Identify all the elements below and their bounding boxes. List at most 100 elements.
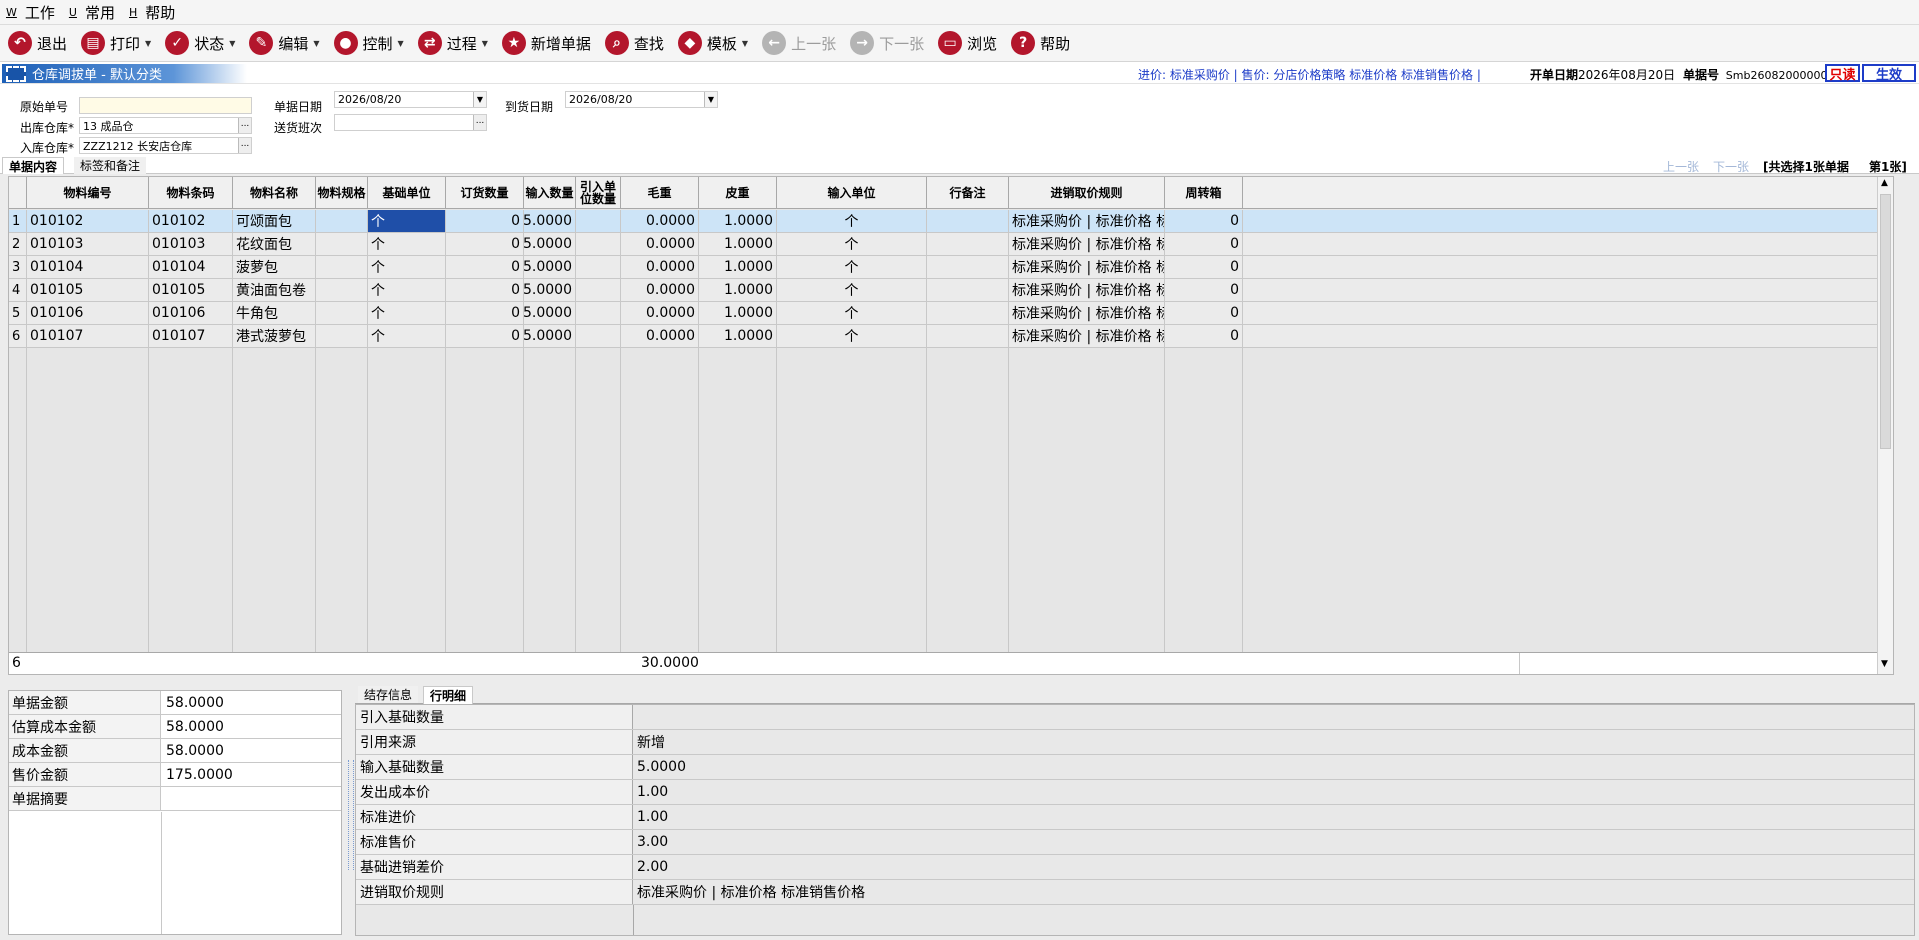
grid-header-col-9[interactable]: 毛重 [621, 177, 699, 209]
toolbar-button-cycle[interactable]: ⇄ 过程 ▼ [417, 28, 488, 58]
table-cell[interactable]: 个 [368, 233, 446, 255]
table-cell[interactable]: 5.0000 [524, 210, 576, 232]
table-cell[interactable] [927, 233, 1009, 255]
table-cell[interactable]: 菠萝包 [233, 256, 316, 278]
tab-doc-content[interactable]: 单据内容 [2, 157, 65, 174]
table-cell[interactable]: 0 [446, 210, 524, 232]
table-cell[interactable]: 010102 [149, 210, 233, 232]
chevron-down-icon[interactable]: ▼ [145, 39, 151, 48]
table-cell[interactable]: 0 [446, 279, 524, 301]
table-cell[interactable]: 0 [446, 302, 524, 324]
table-cell[interactable] [927, 279, 1009, 301]
table-cell[interactable] [316, 233, 368, 255]
table-cell[interactable]: 1.0000 [699, 325, 777, 347]
grid-header-col-10[interactable]: 皮重 [699, 177, 777, 209]
table-cell[interactable]: 0.0000 [621, 233, 699, 255]
table-cell[interactable]: 0.0000 [621, 256, 699, 278]
table-row[interactable]: 4 010105 010105 黄油面包卷个 0 5.0000 0.0000 1.0000 个标… [9, 279, 1893, 302]
table-cell[interactable]: 0 [1165, 256, 1243, 278]
arrive-date-dropdown-icon[interactable]: ▼ [704, 92, 717, 107]
table-cell[interactable]: 个 [368, 256, 446, 278]
in-wh-input[interactable]: ZZZ1212 长安店仓库 ... [79, 137, 252, 154]
chevron-down-icon[interactable]: ▼ [482, 39, 488, 48]
toolbar-button-check[interactable]: ✓ 状态 ▼ [165, 28, 235, 58]
table-cell[interactable]: 个 [368, 325, 446, 347]
grid-header-col-5[interactable]: 基础单位 [368, 177, 446, 209]
table-cell[interactable] [576, 302, 621, 324]
toolbar-button-star[interactable]: ★ 新增单据 [501, 28, 591, 58]
table-cell[interactable]: 1.0000 [699, 210, 777, 232]
table-cell[interactable]: 标准采购价 | 标准价格 标准销售价格 [1009, 279, 1165, 301]
table-cell[interactable]: 0 [1165, 210, 1243, 232]
table-cell[interactable] [316, 302, 368, 324]
grid-header-col-11[interactable]: 输入单位 [777, 177, 927, 209]
table-cell[interactable]: 1.0000 [699, 256, 777, 278]
chevron-down-icon[interactable]: ▼ [229, 39, 235, 48]
grid-header-col-14[interactable]: 周转箱 [1165, 177, 1243, 209]
table-cell[interactable]: 010104 [149, 256, 233, 278]
table-cell[interactable] [927, 210, 1009, 232]
tab-stock-info[interactable]: 结存信息 [358, 686, 419, 703]
table-cell[interactable]: 个 [777, 279, 927, 301]
grid-header-col-1[interactable]: 物料编号 [27, 177, 149, 209]
table-cell[interactable]: 0.0000 [621, 210, 699, 232]
table-cell[interactable] [927, 302, 1009, 324]
out-wh-input[interactable]: 13 成品仓 ... [79, 117, 252, 134]
table-cell[interactable]: 010105 [149, 279, 233, 301]
table-cell[interactable]: 010102 [27, 210, 149, 232]
table-cell[interactable]: 1.0000 [699, 279, 777, 301]
table-cell[interactable]: 港式菠萝包 [233, 325, 316, 347]
grid-vscrollbar[interactable]: ▲ ▼ [1877, 177, 1893, 674]
grid-header-col-12[interactable]: 行备注 [927, 177, 1009, 209]
grid-header-col-6[interactable]: 订货数量 [446, 177, 524, 209]
table-cell[interactable]: 标准采购价 | 标准价格 标准销售价格 [1009, 325, 1165, 347]
table-cell[interactable]: 0 [446, 233, 524, 255]
table-cell[interactable]: 010103 [27, 233, 149, 255]
table-row[interactable]: 5 010106 010106 牛角包个 0 5.0000 0.0000 1.0000 个标准采… [9, 302, 1893, 325]
table-cell[interactable] [576, 256, 621, 278]
arrive-date-input[interactable]: 2026/08/20 ▼ [565, 91, 718, 108]
table-cell[interactable]: 个 [777, 302, 927, 324]
doc-date-dropdown-icon[interactable]: ▼ [473, 92, 486, 107]
toolbar-button-tag[interactable]: ◆ 模板 ▼ [677, 28, 748, 58]
table-cell[interactable]: 个 [368, 302, 446, 324]
table-cell[interactable]: 5.0000 [524, 302, 576, 324]
table-cell[interactable]: 个 [368, 279, 446, 301]
table-cell[interactable]: 个 [368, 210, 446, 232]
table-cell[interactable]: 1.0000 [699, 302, 777, 324]
table-cell[interactable] [927, 256, 1009, 278]
table-cell[interactable]: 1.0000 [699, 233, 777, 255]
table-cell[interactable]: 010105 [27, 279, 149, 301]
table-cell[interactable]: 0 [1165, 279, 1243, 301]
table-cell[interactable] [316, 256, 368, 278]
table-cell[interactable]: 可颂面包 [233, 210, 316, 232]
table-cell[interactable] [576, 279, 621, 301]
ship-shift-browse-button[interactable]: ... [473, 115, 486, 130]
toolbar-button-folder[interactable]: ▭ 浏览 [938, 28, 997, 58]
chevron-down-icon[interactable]: ▼ [313, 39, 319, 48]
table-cell[interactable]: 5.0000 [524, 233, 576, 255]
pager-prev[interactable]: 上一张 [1663, 158, 1699, 175]
ship-shift-input[interactable]: ... [334, 114, 487, 131]
in-wh-browse-button[interactable]: ... [238, 138, 251, 153]
table-cell[interactable]: 0 [1165, 302, 1243, 324]
table-cell[interactable]: 010106 [149, 302, 233, 324]
tab-row-detail[interactable]: 行明细 [423, 686, 474, 704]
table-cell[interactable]: 个 [777, 233, 927, 255]
table-cell[interactable]: 花纹面包 [233, 233, 316, 255]
table-cell[interactable]: 标准采购价 | 标准价格 标准销售价格 [1009, 256, 1165, 278]
toolbar-button-pencil[interactable]: ✎ 编辑 ▼ [249, 28, 320, 58]
grid-header-col-13[interactable]: 进销取价规则 [1009, 177, 1165, 209]
table-cell[interactable]: 黄油面包卷 [233, 279, 316, 301]
table-cell[interactable]: 010104 [27, 256, 149, 278]
grid-scroll-thumb[interactable] [1880, 194, 1891, 449]
table-cell[interactable]: 010107 [149, 325, 233, 347]
table-cell[interactable] [576, 325, 621, 347]
table-row[interactable]: 2 010103 010103 花纹面包个 0 5.0000 0.0000 1.0000 个标准… [9, 233, 1893, 256]
table-cell[interactable]: 0.0000 [621, 325, 699, 347]
table-cell[interactable]: 标准采购价 | 标准价格 标准销售价格 [1009, 233, 1165, 255]
table-cell[interactable]: 0.0000 [621, 302, 699, 324]
table-cell[interactable]: 5.0000 [524, 279, 576, 301]
table-cell[interactable]: 0 [446, 325, 524, 347]
table-cell[interactable] [316, 325, 368, 347]
